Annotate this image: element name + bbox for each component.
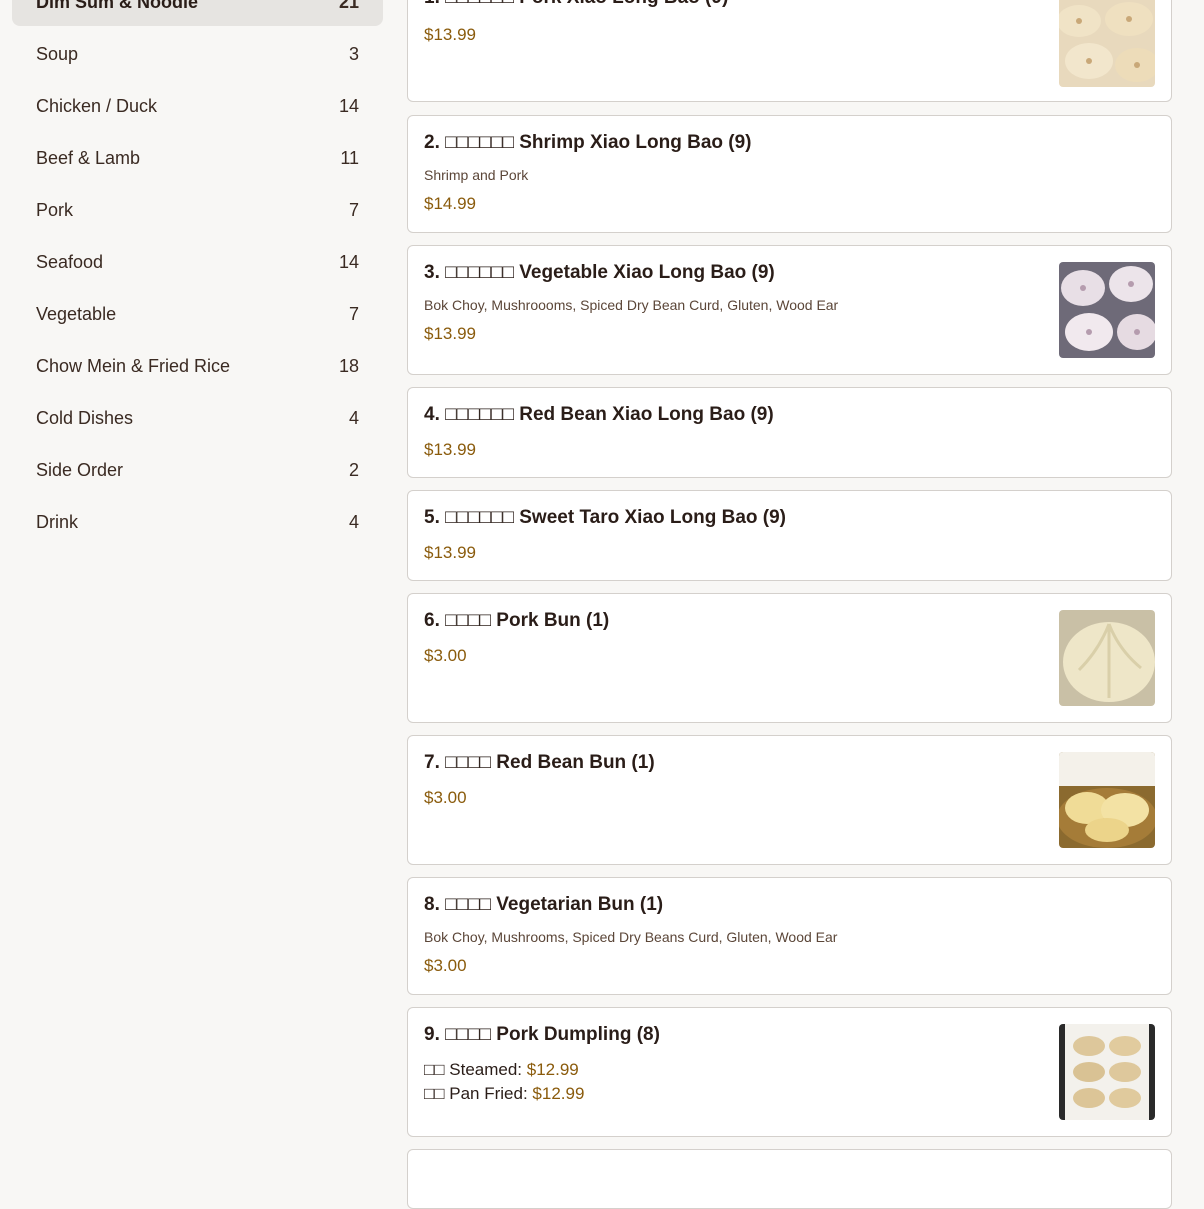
category-cold-dishes[interactable]: Cold Dishes 4 (12, 394, 383, 442)
category-count: 3 (348, 43, 359, 64)
category-label: Beef & Lamb (36, 147, 141, 168)
option-price: $12.99 (532, 1084, 585, 1103)
category-beef-lamb[interactable]: Beef & Lamb 11 (12, 134, 383, 182)
menu-item-card[interactable]: 4. □□□□□□ Red Bean Xiao Long Bao (9) $13… (407, 387, 1172, 478)
option-label: □□ Steamed: (424, 1060, 527, 1079)
category-label: Chicken / Duck (36, 95, 158, 116)
category-dim-sum-noodle[interactable]: Dim Sum & Noodle 21 (12, 0, 383, 26)
category-label: Dim Sum & Noodle (36, 0, 199, 12)
menu-item-option-steamed[interactable]: □□ Steamed: $12.99 (424, 1060, 579, 1080)
category-count: 18 (338, 355, 359, 376)
option-label: □□ Pan Fried: (424, 1084, 533, 1103)
category-soup[interactable]: Soup 3 (12, 30, 383, 78)
menu-item-price: $3.00 (424, 788, 467, 807)
menu-item-title: 6. □□□□ Pork Bun (1) (424, 610, 610, 631)
category-label: Cold Dishes (36, 407, 134, 428)
menu-item-photo (1059, 262, 1155, 358)
category-sidebar: Dim Sum & Noodle 21 Soup 3 Chicken / Duc… (12, 0, 383, 550)
menu-item-price: $13.99 (424, 25, 476, 44)
category-side-order[interactable]: Side Order 2 (12, 446, 383, 494)
category-label: Soup (36, 43, 79, 64)
category-label: Side Order (36, 459, 124, 480)
menu-item-price: $13.99 (424, 440, 476, 459)
menu-item-title: 7. □□□□ Red Bean Bun (1) (424, 752, 655, 773)
category-count: 21 (338, 0, 359, 12)
menu-item-price: $13.99 (424, 543, 476, 562)
menu-item-price: $14.99 (424, 194, 476, 213)
menu-item-card[interactable]: 5. □□□□□□ Sweet Taro Xiao Long Bao (9) $… (407, 490, 1172, 581)
menu-item-title: 4. □□□□□□ Red Bean Xiao Long Bao (9) (424, 404, 774, 425)
category-label: Chow Mein & Fried Rice (36, 355, 231, 376)
menu-item-description: Bok Choy, Mushrooms, Spiced Dry Beans Cu… (424, 929, 838, 945)
menu-item-title: 3. □□□□□□ Vegetable Xiao Long Bao (9) (424, 262, 775, 283)
category-label: Pork (36, 199, 74, 220)
category-count: 2 (348, 459, 359, 480)
category-drink[interactable]: Drink 4 (12, 498, 383, 546)
menu-item-price: $13.99 (424, 324, 476, 343)
menu-item-photo (1059, 0, 1155, 87)
menu-item-photo (1059, 752, 1155, 848)
category-pork[interactable]: Pork 7 (12, 186, 383, 234)
menu-item-title: 5. □□□□□□ Sweet Taro Xiao Long Bao (9) (424, 507, 786, 528)
menu-item-photo (1059, 1024, 1155, 1120)
menu-item-title: 9. □□□□ Pork Dumpling (8) (424, 1024, 660, 1045)
menu-item-option-pan-fried[interactable]: □□ Pan Fried: $12.99 (424, 1084, 584, 1104)
menu-item-card[interactable]: 7. □□□□ Red Bean Bun (1) $3.00 (407, 735, 1172, 865)
menu-item-card[interactable]: 9. □□□□ Pork Dumpling (8) □□ Steamed: $1… (407, 1007, 1172, 1137)
category-count: 14 (338, 95, 359, 116)
option-price: $12.99 (526, 1060, 579, 1079)
menu-item-card[interactable]: 2. □□□□□□ Shrimp Xiao Long Bao (9) Shrim… (407, 115, 1172, 233)
menu-item-photo (1059, 610, 1155, 706)
menu-item-title: 2. □□□□□□ Shrimp Xiao Long Bao (9) (424, 132, 752, 153)
menu-item-card[interactable]: 6. □□□□ Pork Bun (1) $3.00 (407, 593, 1172, 723)
category-count: 4 (348, 511, 359, 532)
category-vegetable[interactable]: Vegetable 7 (12, 290, 383, 338)
menu-item-card[interactable] (407, 1149, 1172, 1209)
menu-item-title: 8. □□□□ Vegetarian Bun (1) (424, 894, 664, 915)
menu-item-price: $3.00 (424, 956, 467, 975)
category-seafood[interactable]: Seafood 14 (12, 238, 383, 286)
category-label: Seafood (36, 251, 104, 272)
category-label: Drink (36, 511, 79, 532)
menu-item-card[interactable]: 3. □□□□□□ Vegetable Xiao Long Bao (9) Bo… (407, 245, 1172, 375)
category-count: 4 (348, 407, 359, 428)
category-count: 7 (348, 303, 359, 324)
category-chow-mein-fried-rice[interactable]: Chow Mein & Fried Rice 18 (12, 342, 383, 390)
menu-item-description: Bok Choy, Mushroooms, Spiced Dry Bean Cu… (424, 297, 839, 313)
menu-item-price: $3.00 (424, 646, 467, 665)
category-chicken-duck[interactable]: Chicken / Duck 14 (12, 82, 383, 130)
category-count: 14 (338, 251, 359, 272)
menu-item-card[interactable]: 8. □□□□ Vegetarian Bun (1) Bok Choy, Mus… (407, 877, 1172, 995)
menu-item-description: Shrimp and Pork (424, 167, 529, 183)
menu-item-card[interactable]: 1. □□□□□□ Pork Xiao Long Bao (9) $13.99 (407, 0, 1172, 102)
category-label: Vegetable (36, 303, 117, 324)
menu-item-title: 1. □□□□□□ Pork Xiao Long Bao (9) (424, 0, 728, 9)
category-count: 7 (348, 199, 359, 220)
category-count: 11 (340, 147, 359, 168)
